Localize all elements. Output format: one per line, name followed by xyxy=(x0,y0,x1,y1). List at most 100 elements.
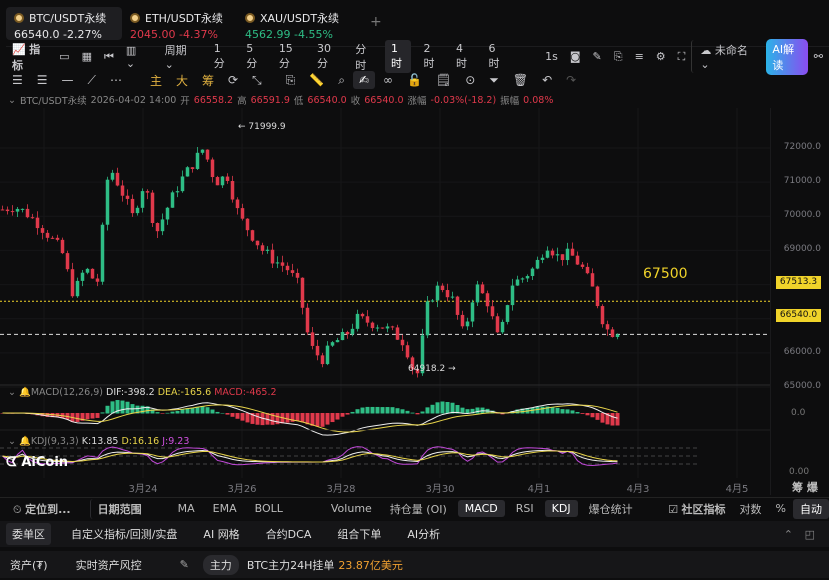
period-4时[interactable]: 4时 xyxy=(450,40,477,73)
log-toggle[interactable]: 对数 xyxy=(733,499,769,519)
filter-icon[interactable]: ⏷ xyxy=(483,71,505,90)
share-icon[interactable]: ⚯ xyxy=(808,48,829,65)
hline-icon[interactable]: — xyxy=(56,71,80,89)
candle xyxy=(470,302,475,322)
macd-bar xyxy=(420,411,425,414)
tab-btc[interactable]: BTC/USDT永续 66540.0 -2.27% xyxy=(6,7,122,41)
trash-icon[interactable]: 🗑 xyxy=(507,71,534,89)
period-2时[interactable]: 2时 xyxy=(417,40,444,73)
ruler-icon[interactable]: 📏 xyxy=(303,71,330,89)
macd-bar xyxy=(615,413,620,426)
bottom-tab[interactable]: 合约DCA xyxy=(260,523,318,545)
indicator--oi-[interactable]: 持仓量 (OI) xyxy=(383,499,454,519)
settings-icon[interactable]: ⚙ xyxy=(650,48,672,65)
list-icon[interactable]: ≡ xyxy=(629,48,650,65)
period-6时[interactable]: 6时 xyxy=(483,40,510,73)
period-1分[interactable]: 1分 xyxy=(208,40,235,73)
ai-button[interactable]: AI解读 xyxy=(766,38,808,75)
zoom-icon[interactable]: ⌕ xyxy=(332,71,351,90)
candle xyxy=(585,266,590,274)
risk-control-link[interactable]: 实时资产风控 xyxy=(76,557,142,573)
kdj-legend: ⌄ 🔔KDJ(9,3,3) K:13.85 D:16.16 J:9.23 xyxy=(8,436,190,447)
candle xyxy=(100,224,105,282)
edit-icon[interactable]: ✎ xyxy=(180,558,189,571)
period-dropdown[interactable]: 周期 ⌄ xyxy=(159,40,202,73)
macd-legend: ⌄ 🔔MACD(12,26,9) DIF:-398.2 DEA:-165.6 M… xyxy=(8,387,277,398)
indicator-volume[interactable]: Volume xyxy=(324,500,379,517)
camera-icon[interactable]: ◙ xyxy=(564,48,587,65)
candle xyxy=(5,209,10,212)
candle xyxy=(600,306,605,325)
undo-icon[interactable]: ↶ xyxy=(536,71,558,89)
indicator-ma[interactable]: MA xyxy=(171,500,202,517)
rotate-icon[interactable]: ⟳ xyxy=(222,71,244,89)
grid-icon[interactable]: ▦ xyxy=(76,48,98,65)
candle xyxy=(200,149,205,153)
lock-icon[interactable]: 🔓 xyxy=(401,71,428,89)
candle xyxy=(590,273,595,287)
percent-toggle[interactable]: % xyxy=(769,500,793,517)
tab-xau[interactable]: XAU/USDT永续 4562.99 -4.55% xyxy=(237,7,353,41)
indicator-boll[interactable]: BOLL xyxy=(248,500,290,517)
replay-icon[interactable]: ⏮ xyxy=(98,48,120,66)
main-force-button[interactable]: 主 xyxy=(144,70,168,91)
axis-corner[interactable]: 筹 爆 xyxy=(792,479,818,495)
period-15分[interactable]: 15分 xyxy=(273,40,305,73)
locate-button[interactable]: ⏲ 定位到... xyxy=(6,499,78,519)
candle xyxy=(135,207,140,214)
assets-label[interactable]: 资产(₮) xyxy=(10,557,48,573)
indicator-rsi[interactable]: RSI xyxy=(509,500,541,517)
trendline-icon[interactable]: ⟋ xyxy=(82,71,102,90)
period-1时[interactable]: 1时 xyxy=(384,40,412,73)
menu-icon[interactable]: ☰ xyxy=(6,71,29,89)
price-axis[interactable]: 72000.071000.070000.069000.068000.067000… xyxy=(770,108,829,495)
bottom-tab[interactable]: 委单区 xyxy=(6,523,51,545)
lines-icon[interactable]: ☰ xyxy=(31,71,54,89)
bottom-tab[interactable]: AI分析 xyxy=(401,523,446,545)
tab-eth[interactable]: ETH/USDT永续 2045.00 -4.37% xyxy=(122,7,238,41)
indicator--[interactable]: 爆仓统计 xyxy=(582,499,640,519)
expand-icon[interactable]: ◰ xyxy=(799,525,821,544)
community-indicator-button[interactable]: ☑ 社区指标 xyxy=(661,499,732,519)
macd-bar xyxy=(220,412,225,414)
bottom-tab[interactable]: 组合下单 xyxy=(331,523,387,545)
candle xyxy=(440,285,445,291)
copy-icon[interactable]: ⎘ xyxy=(280,71,302,90)
candle xyxy=(490,306,495,317)
note-icon[interactable]: 🗒 xyxy=(430,71,457,89)
candle xyxy=(90,268,95,279)
measure-icon[interactable]: ⤡ xyxy=(246,71,268,90)
indicator-ema[interactable]: EMA xyxy=(206,500,244,517)
add-tab-button[interactable]: + xyxy=(370,14,382,30)
macd-bar xyxy=(380,407,385,414)
interval-button[interactable]: 1s xyxy=(539,48,564,65)
date-range-button[interactable]: 日期范围 xyxy=(89,498,149,519)
template-icon[interactable]: ⎘ xyxy=(608,48,629,66)
bottom-tab[interactable]: 自定义指标/回测/实盘 xyxy=(65,523,183,545)
fullscreen-icon[interactable]: ⛶ xyxy=(672,48,692,66)
collapse-icon[interactable]: ⌄ xyxy=(8,95,16,106)
auto-toggle[interactable]: 自动 xyxy=(793,498,829,519)
indicator-macd[interactable]: MACD xyxy=(457,500,505,517)
y-tick: 70000.0 xyxy=(783,210,821,221)
more-icon[interactable]: ⋯ xyxy=(104,71,128,89)
candle-type-icon[interactable]: ▥ ⌄ xyxy=(120,42,153,72)
layout-name-dropdown[interactable]: ☁ 未命名 ⌄ xyxy=(691,40,760,73)
candle xyxy=(160,219,165,232)
pencil-icon[interactable]: ✎ xyxy=(587,48,608,65)
redo-icon[interactable]: ↷ xyxy=(560,71,582,89)
bottom-tab[interactable]: AI 网格 xyxy=(197,523,245,545)
chevron-up-icon[interactable]: ⌃ xyxy=(778,525,799,544)
draw-icon[interactable]: ✍ xyxy=(352,71,376,89)
candle xyxy=(195,152,200,169)
chip-button[interactable]: 筹 xyxy=(196,70,220,91)
macd-bar xyxy=(180,409,185,414)
indicator-kdj[interactable]: KDJ xyxy=(544,500,578,517)
link-icon[interactable]: ∞ xyxy=(377,71,399,89)
candle xyxy=(165,207,170,220)
magnet-icon[interactable]: ⊙ xyxy=(459,71,481,89)
period-30分[interactable]: 30分 xyxy=(311,40,343,73)
period-5分[interactable]: 5分 xyxy=(240,40,267,73)
large-order-button[interactable]: 大 xyxy=(170,70,194,91)
layout-icon[interactable]: ▭ xyxy=(53,48,75,65)
